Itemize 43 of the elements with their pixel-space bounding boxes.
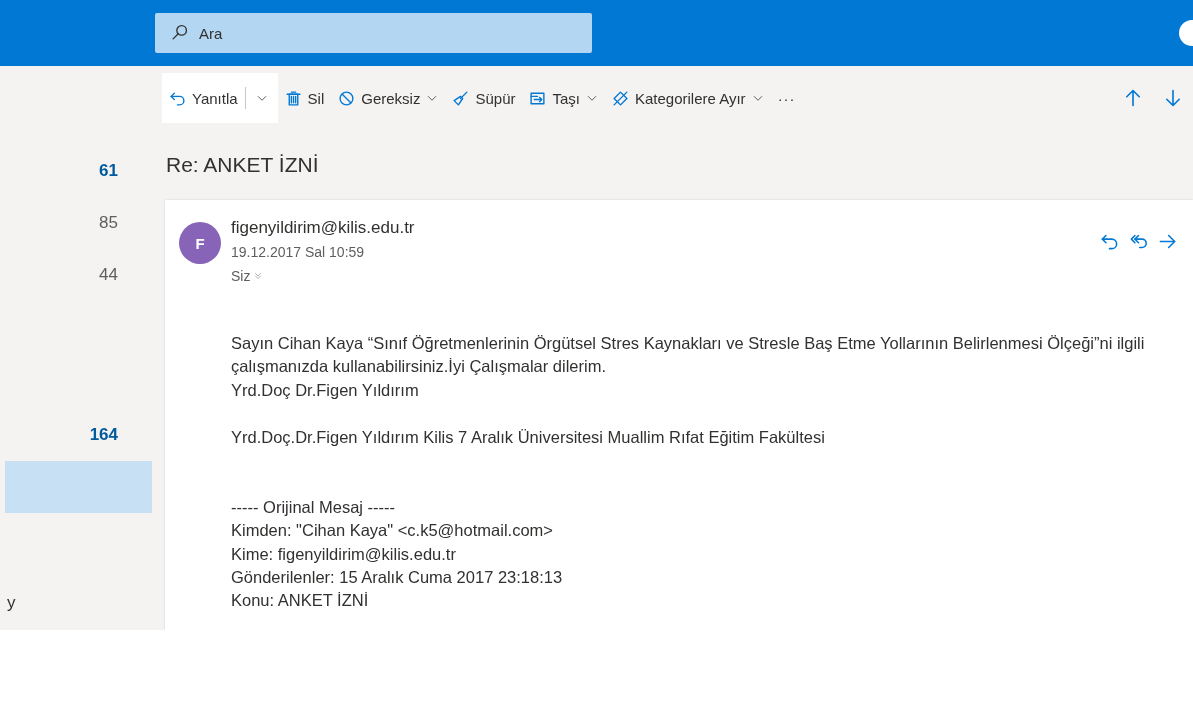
avatar: F <box>179 222 221 264</box>
move-icon <box>529 89 547 107</box>
body-text: Kimden: "Cihan Kaya" <c.k5@hotmail.com> <box>231 520 554 542</box>
tag-icon <box>612 89 629 107</box>
reply-icon <box>1100 232 1119 251</box>
body-text: Kime: figenyildirim@kilis.edu.tr <box>231 543 457 565</box>
body-text: Yrd.Doç Dr.Figen Yıldırım <box>231 379 420 401</box>
unread-count: 85 <box>99 213 118 233</box>
more-button[interactable]: ··· <box>770 82 803 114</box>
body-text: Gönderilenler: 15 Aralık Cuma 2017 23:18:13 <box>231 567 564 589</box>
forward-icon <box>1158 232 1177 251</box>
up-arrow-icon <box>1123 88 1143 108</box>
body-text: Sayın Cihan Kaya “Sınıf Öğretmenlerinin Örgütsel Stres Kaynakları ve Stresle Baş Etme Yollarının Belirlenmesi Ölçeği”ni ilgili çalışmanızda kullanabilirsiniz.İyi Çalışmalar dilerim. <box>231 333 1146 378</box>
unread-count: 44 <box>99 265 118 285</box>
broom-icon <box>452 89 470 107</box>
chevron-icon <box>253 271 264 281</box>
sender-address: figenyildirim@kilis.edu.tr <box>231 217 415 239</box>
folder-item[interactable]: 44 <box>5 249 152 301</box>
unread-count: 61 <box>99 161 118 181</box>
toolbar-button[interactable]: Kategorilere Ayır <box>605 82 771 114</box>
search-field[interactable]: Ara <box>155 13 592 53</box>
reply-all-icon <box>1129 232 1148 251</box>
reply-icon <box>169 89 186 107</box>
trash-icon <box>284 89 302 107</box>
toolbar-button[interactable]: Sil <box>277 82 332 114</box>
toolbar-button[interactable]: Süpür <box>445 82 523 114</box>
folder-item[interactable]: y <box>5 577 152 629</box>
body-text: Yrd.Doç.Dr.Figen Yıldırım Kilis 7 Aralık Üniversitesi Muallim Rıfat Eğitim Fakültesi <box>231 426 826 448</box>
body-text: Konu: ANKET İZNİ <box>231 590 370 612</box>
toolbar-button[interactable]: Gereksiz <box>331 82 446 114</box>
unread-count: 164 <box>89 425 118 445</box>
body-text: ----- Orijinal Mesaj ----- <box>231 496 397 518</box>
toolbar-button[interactable]: Taşı <box>522 82 605 114</box>
message-subject: Re: ANKET İZNİ <box>165 152 320 178</box>
block-icon <box>338 89 356 107</box>
folder-label: y <box>7 593 16 613</box>
message-date: 19.12.2017 Sal 10:59 <box>231 243 366 262</box>
folder-item[interactable]: 164 <box>5 409 152 461</box>
folder-item[interactable]: 85 <box>5 197 152 249</box>
down-arrow-icon <box>1163 88 1183 108</box>
account-icon[interactable] <box>1179 20 1193 46</box>
recipient: Siz <box>231 267 251 286</box>
folder-item[interactable]: 61 <box>5 145 152 197</box>
